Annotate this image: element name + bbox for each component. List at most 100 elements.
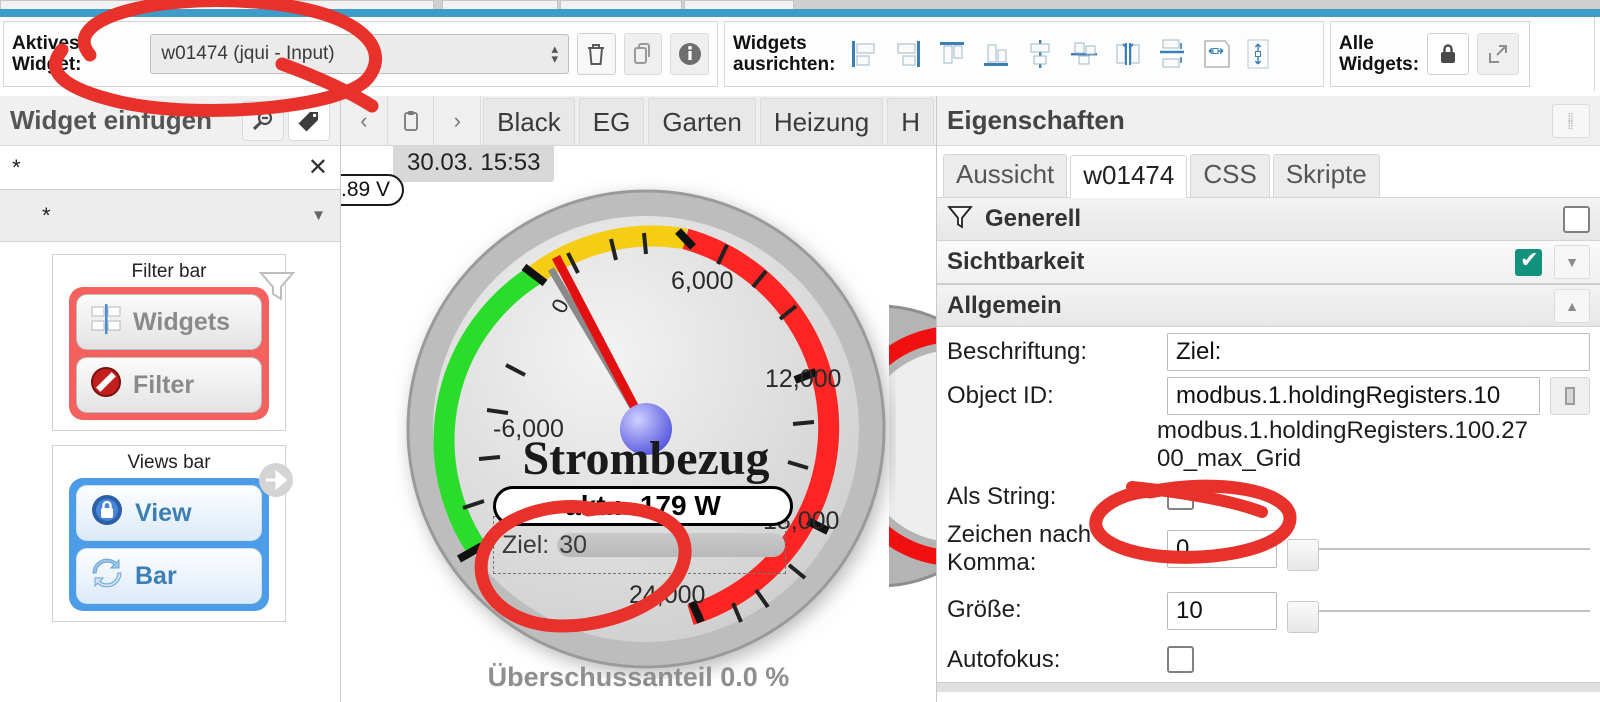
active-widget-label-text: Aktives Widget: — [12, 32, 82, 75]
object-id-path: modbus.1.holdingRegisters.100.27 00_max_… — [937, 415, 1600, 473]
field-groesse: Größe: 10 — [937, 578, 1600, 633]
properties-divider — [937, 681, 1600, 692]
chevron-up-icon[interactable]: ▲ — [1554, 288, 1590, 323]
align-top-icon[interactable] — [937, 37, 967, 71]
gauge-tick-6000: 6,000 — [671, 267, 734, 295]
widget-search-row[interactable]: * ✕ — [0, 146, 340, 190]
field-zeichen-nach-komma: Zeichen nach Komma: 0 — [937, 511, 1600, 578]
timestamp-chip: 30.03. 15:53 — [393, 146, 555, 182]
active-widget-value: w01474 (jqui - Input) — [161, 43, 335, 64]
tab-skripte[interactable]: Skripte — [1272, 154, 1380, 197]
equal-width-icon[interactable] — [1201, 37, 1231, 71]
chevron-right-icon[interactable]: › — [434, 96, 482, 145]
chevron-down-icon: ▼ — [311, 207, 326, 224]
section-sichtbarkeit[interactable]: Sichtbarkeit ▼ — [937, 241, 1600, 284]
generell-checkbox[interactable] — [1563, 205, 1590, 233]
section-generell-label: Generell — [985, 205, 1082, 232]
align-bottom-icon[interactable] — [981, 37, 1011, 71]
card-title: Views bar — [127, 452, 211, 473]
distribute-horizontal-icon[interactable] — [1113, 37, 1143, 71]
page-title: Widget einfügen — [10, 105, 212, 135]
widget-filter-select[interactable]: * ▼ — [0, 190, 340, 242]
view-tab-bar: ‹ › Black EG Garten Heizung H — [341, 96, 936, 146]
pill-widgets[interactable]: Widgets — [76, 294, 262, 350]
active-widget-group: Aktives Widget: w01474 (jqui - Input) ▴ ▾ — [3, 21, 718, 87]
beschriftung-input[interactable]: Ziel: — [1167, 333, 1590, 371]
drag-grip-icon[interactable]: ⣿ ⣿ — [1552, 103, 1590, 138]
copy-icon[interactable] — [623, 33, 663, 75]
tag-icon[interactable] — [288, 100, 330, 141]
widget-card-views-bar[interactable]: Views bar View Bar — [52, 445, 293, 622]
lock-icon[interactable] — [1427, 33, 1470, 75]
align-label-line1: Widgets — [733, 32, 807, 54]
align-widgets-group: Widgets ausrichten: — [724, 21, 1324, 87]
expand-icon[interactable] — [1477, 33, 1520, 75]
als-string-label: Als String: — [947, 482, 1057, 510]
clipboard-icon[interactable] — [387, 96, 435, 145]
field-autofokus: Autofokus: — [937, 630, 1600, 674]
distribute-vertical-icon[interactable] — [1157, 37, 1187, 71]
tab-w01474[interactable]: w01474 — [1070, 155, 1188, 198]
all-widgets-label-line2: Widgets: — [1339, 54, 1420, 75]
close-icon[interactable]: ✕ — [308, 153, 328, 182]
tab-heizung[interactable]: Heizung — [759, 98, 884, 145]
zoom-out-icon[interactable] — [242, 100, 284, 141]
section-generell[interactable]: Generell — [937, 198, 1600, 241]
section-allgemein[interactable]: Allgemein ▲ — [937, 284, 1600, 327]
section-allgemein-label: Allgemein — [947, 291, 1062, 319]
card-title: Filter bar — [131, 261, 207, 282]
align-center-vertical-icon[interactable] — [1025, 37, 1055, 71]
strombezug-gauge: -6,000 0 6,000 12,000 18,000 24,000 Stro… — [406, 189, 886, 669]
properties-panel: Eigenschaften ⣿ ⣿ Aussicht w01474 CSS Skr… — [936, 96, 1600, 702]
pill-filter[interactable]: Filter — [76, 357, 262, 413]
properties-tabs: Aussicht w01474 CSS Skripte — [937, 146, 1600, 198]
active-widget-select[interactable]: w01474 (jqui - Input) ▴ ▾ — [150, 34, 570, 74]
tab-black[interactable]: Black — [483, 98, 575, 145]
lock-circle-icon — [89, 492, 125, 535]
pill-view[interactable]: View — [76, 485, 262, 541]
slider-knob[interactable] — [1287, 539, 1319, 572]
top-seg-5 — [684, 0, 794, 9]
chevron-down-icon[interactable]: ▼ — [1554, 245, 1590, 279]
filter-bar-preview: Widgets Filter — [69, 287, 269, 420]
object-id-input[interactable]: modbus.1.holdingRegisters.10 — [1167, 377, 1540, 415]
autofokus-checkbox[interactable] — [1167, 646, 1194, 674]
tab-aussicht[interactable]: Aussicht — [943, 154, 1068, 197]
align-left-icon[interactable] — [849, 37, 879, 71]
equal-height-icon[interactable] — [1245, 37, 1271, 71]
gauge-title: Strombezug — [522, 432, 769, 485]
arrow-right-circle-icon — [255, 460, 297, 505]
object-browser-icon[interactable] — [1550, 377, 1590, 415]
sichtbarkeit-checkbox[interactable] — [1515, 247, 1542, 276]
chevron-left-icon[interactable]: ‹ — [341, 96, 388, 145]
search-input[interactable]: * — [12, 155, 308, 181]
slider-track — [1287, 548, 1590, 551]
widget-card-filter-bar[interactable]: Filter bar Widgets Filter — [52, 254, 296, 431]
pill-bar[interactable]: Bar — [76, 548, 262, 604]
active-widget-label: Aktives Widget: — [12, 33, 142, 76]
tab-partial[interactable]: H — [887, 98, 934, 145]
tab-garten[interactable]: Garten — [648, 98, 756, 145]
zeichen-nach-komma-input[interactable]: 0 — [1167, 530, 1277, 569]
toolbar-overflow — [1594, 17, 1600, 91]
tab-eg[interactable]: EG — [578, 98, 645, 145]
info-icon[interactable] — [670, 33, 709, 75]
top-seg-4 — [560, 0, 682, 9]
slider-knob[interactable] — [1287, 600, 1319, 633]
align-center-horizontal-icon[interactable] — [1069, 37, 1099, 71]
groesse-slider[interactable] — [1287, 600, 1590, 633]
trash-icon[interactable] — [577, 33, 616, 75]
tab-css[interactable]: CSS — [1190, 154, 1270, 197]
zeichen-nach-komma-slider[interactable] — [1287, 539, 1590, 572]
all-widgets-group: Alle Widgets: — [1330, 21, 1530, 87]
groesse-input[interactable]: 10 — [1167, 591, 1277, 630]
ziel-input[interactable]: 30 — [557, 533, 785, 558]
section-sichtbarkeit-label: Sichtbarkeit — [947, 248, 1085, 275]
object-id-path-line2: 00_max_Grid — [1157, 444, 1302, 472]
pill-view-label: View — [135, 498, 192, 527]
align-right-icon[interactable] — [893, 37, 923, 71]
properties-title: Eigenschaften — [947, 105, 1125, 135]
als-string-checkbox[interactable] — [1167, 483, 1194, 511]
widget-insert-panel: Widget einfügen * ✕ * ▼ Filter bar Widge… — [0, 96, 341, 702]
object-id-path-line1: modbus.1.holdingRegisters.100.27 — [1157, 417, 1528, 444]
